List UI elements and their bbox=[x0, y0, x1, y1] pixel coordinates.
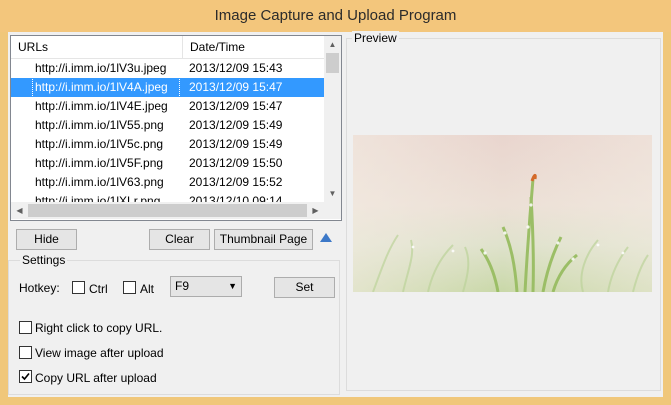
list-rows: http://i.imm.io/1lV3u.jpeg 2013/12/09 15:… bbox=[11, 59, 324, 202]
alt-checkbox[interactable] bbox=[123, 281, 136, 294]
triangle-up-icon[interactable] bbox=[319, 231, 333, 245]
ctrl-checkbox[interactable] bbox=[72, 281, 85, 294]
list-item[interactable]: http://i.imm.io/1lV55.png 2013/12/09 15:4… bbox=[11, 116, 324, 135]
list-item-selected[interactable]: http://i.imm.io/1lV4A.jpeg 2013/12/09 15:… bbox=[11, 77, 324, 98]
arrow-down-icon[interactable]: ▼ bbox=[324, 185, 341, 202]
list-item-date: 2013/12/09 15:49 bbox=[189, 118, 283, 132]
list-item-url: http://i.imm.io/1lV63.png bbox=[35, 175, 164, 189]
list-item-date: 2013/12/09 15:47 bbox=[189, 80, 283, 94]
alt-label: Alt bbox=[140, 282, 155, 296]
chevron-down-icon: ▼ bbox=[228, 281, 237, 291]
right-click-copy-label: Right click to copy URL. bbox=[35, 321, 163, 335]
list-item[interactable]: http://i.imm.io/1lV5c.png 2013/12/09 15:4… bbox=[11, 135, 324, 154]
settings-label: Settings bbox=[20, 253, 68, 267]
arrow-left-icon[interactable]: ◀ bbox=[11, 202, 28, 219]
arrow-right-icon[interactable]: ▶ bbox=[307, 202, 324, 219]
arrow-up-icon[interactable]: ▲ bbox=[324, 36, 341, 53]
list-item[interactable]: http://i.imm.io/1lXLr.png 2013/12/10 09:1… bbox=[11, 192, 324, 202]
list-item-url: http://i.imm.io/1lV5F.png bbox=[35, 156, 164, 170]
vertical-scroll-thumb[interactable] bbox=[326, 53, 339, 73]
vertical-scrollbar[interactable]: ▲ ▼ bbox=[324, 36, 341, 202]
window-title: Image Capture and Upload Program bbox=[0, 0, 671, 32]
set-button[interactable]: Set bbox=[274, 277, 335, 298]
preview-label: Preview bbox=[352, 31, 399, 45]
scrollbar-corner bbox=[324, 202, 341, 219]
clear-button[interactable]: Clear bbox=[149, 229, 210, 250]
list-item-date: 2013/12/09 15:47 bbox=[189, 99, 283, 113]
right-click-copy-checkbox[interactable] bbox=[19, 321, 32, 334]
list-item[interactable]: http://i.imm.io/1lV3u.jpeg 2013/12/09 15:… bbox=[11, 59, 324, 78]
list-item-date: 2013/12/09 15:43 bbox=[189, 61, 283, 75]
url-list[interactable]: URLs Date/Time http://i.imm.io/1lV3u.jpe… bbox=[10, 35, 342, 221]
list-item-url: http://i.imm.io/1lV55.png bbox=[35, 118, 164, 132]
list-item-url: http://i.imm.io/1lV4E.jpeg bbox=[35, 99, 168, 113]
list-item-url: http://i.imm.io/1lXLr.png bbox=[35, 194, 161, 202]
horizontal-scroll-thumb[interactable] bbox=[28, 204, 307, 217]
view-image-label: View image after upload bbox=[35, 346, 164, 360]
preview-image bbox=[353, 135, 652, 292]
list-header: URLs Date/Time bbox=[11, 36, 324, 59]
list-item-date: 2013/12/10 09:14 bbox=[189, 194, 283, 202]
list-item-url: http://i.imm.io/1lV4A.jpeg bbox=[32, 77, 180, 98]
copy-url-checkbox[interactable] bbox=[19, 370, 32, 383]
copy-url-label: Copy URL after upload bbox=[35, 371, 157, 385]
checkmark-icon bbox=[21, 372, 30, 381]
horizontal-scrollbar[interactable]: ◀ ▶ bbox=[11, 202, 324, 219]
list-item-date: 2013/12/09 15:50 bbox=[189, 156, 283, 170]
preview-group: Preview bbox=[346, 31, 661, 391]
list-item-url: http://i.imm.io/1lV3u.jpeg bbox=[35, 61, 167, 75]
hotkey-select-value: F9 bbox=[175, 279, 190, 293]
hotkey-label: Hotkey: bbox=[19, 281, 60, 295]
list-item-url: http://i.imm.io/1lV5c.png bbox=[35, 137, 164, 151]
client-area: URLs Date/Time http://i.imm.io/1lV3u.jpe… bbox=[8, 31, 663, 397]
hide-button[interactable]: Hide bbox=[16, 229, 77, 250]
column-header-datetime[interactable]: Date/Time bbox=[183, 36, 324, 58]
list-item[interactable]: http://i.imm.io/1lV63.png 2013/12/09 15:5… bbox=[11, 173, 324, 192]
thumbnail-page-button[interactable]: Thumbnail Page bbox=[214, 229, 313, 250]
list-item[interactable]: http://i.imm.io/1lV4E.jpeg 2013/12/09 15:… bbox=[11, 97, 324, 116]
view-image-checkbox[interactable] bbox=[19, 346, 32, 359]
list-item-date: 2013/12/09 15:49 bbox=[189, 137, 283, 151]
ctrl-label: Ctrl bbox=[89, 282, 108, 296]
list-item[interactable]: http://i.imm.io/1lV5F.png 2013/12/09 15:5… bbox=[11, 154, 324, 173]
hotkey-select[interactable]: F9 ▼ bbox=[170, 276, 242, 297]
column-header-urls[interactable]: URLs bbox=[11, 36, 183, 58]
list-item-date: 2013/12/09 15:52 bbox=[189, 175, 283, 189]
